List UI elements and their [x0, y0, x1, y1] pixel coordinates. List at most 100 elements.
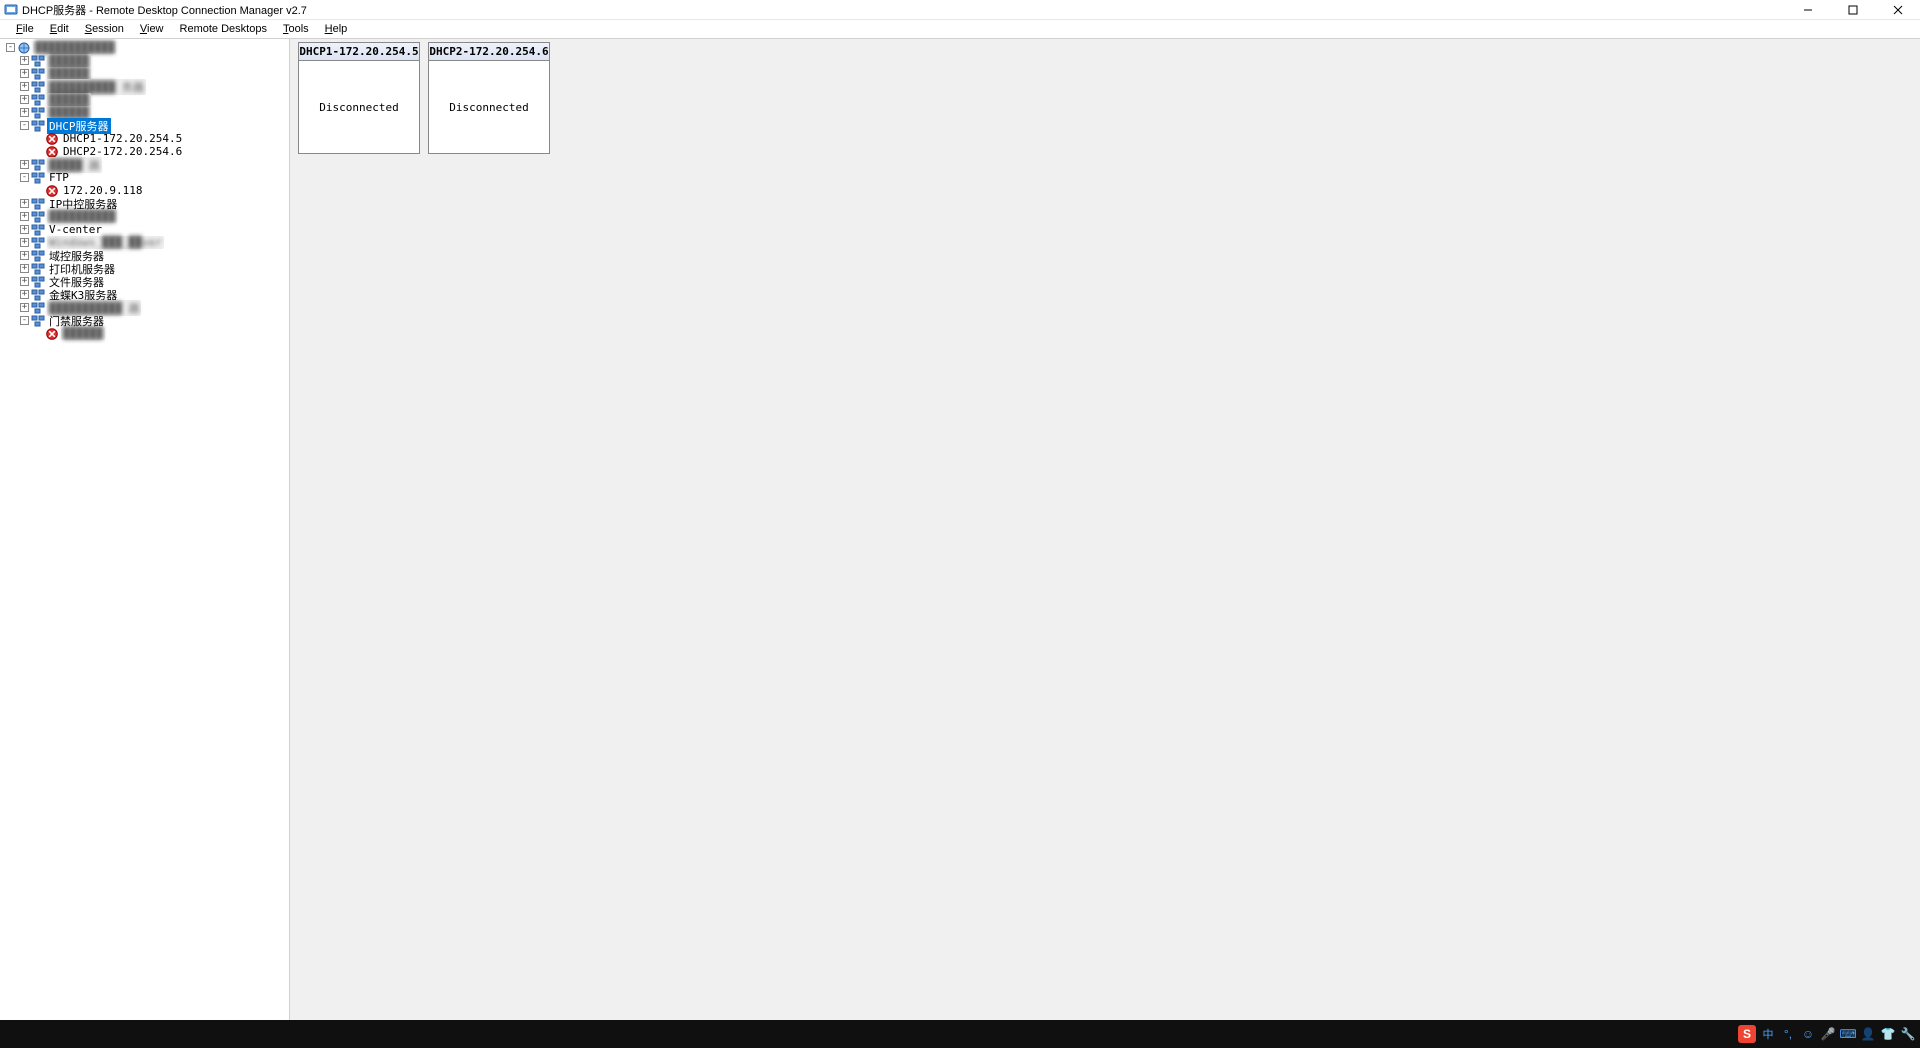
tree-item[interactable]: +文件服务器 [0, 275, 289, 288]
tree-item[interactable]: +█████ 器 [0, 158, 289, 171]
tree-item[interactable]: - FTP [0, 171, 289, 184]
tree-expander[interactable]: + [20, 277, 29, 286]
menu-tools[interactable]: Tools [275, 21, 317, 37]
tree-item[interactable]: -DHCP服务器 [0, 119, 289, 132]
tree-expander[interactable]: + [20, 56, 29, 65]
group-icon [31, 68, 45, 80]
tree-item[interactable]: +V-center [0, 223, 289, 236]
tree-expander [34, 186, 43, 195]
tree-item[interactable]: DHCP1-172.20.254.5 [0, 132, 289, 145]
group-icon [31, 198, 45, 210]
menu-file[interactable]: File [8, 21, 42, 37]
group-icon [31, 107, 45, 119]
tree-item-label: ██████████ [47, 210, 117, 223]
menu-remote-desktops[interactable]: Remote Desktops [172, 21, 275, 37]
tree-item[interactable]: +██████ [0, 106, 289, 119]
menu-help[interactable]: Help [317, 21, 356, 37]
window-title: DHCP服务器 - Remote Desktop Connection Mana… [22, 2, 307, 18]
group-icon [31, 172, 45, 184]
ime-lang-icon[interactable]: 中 [1760, 1026, 1776, 1042]
ime-tool-icon[interactable]: 🔧 [1900, 1026, 1916, 1042]
tree-item[interactable]: +打印机服务器 [0, 262, 289, 275]
titlebar: DHCP服务器 - Remote Desktop Connection Mana… [0, 0, 1920, 20]
ime-mic-icon[interactable]: 🎤 [1820, 1026, 1836, 1042]
tree-expander [34, 147, 43, 156]
ime-skin-icon[interactable]: 👕 [1880, 1026, 1896, 1042]
globe-icon [17, 42, 31, 54]
tree-expander[interactable]: + [20, 238, 29, 247]
group-icon [31, 302, 45, 314]
group-icon [31, 94, 45, 106]
group-icon [31, 211, 45, 223]
tree-item[interactable]: +金蝶K3服务器 [0, 288, 289, 301]
group-icon [31, 159, 45, 171]
group-icon [31, 250, 45, 262]
tree-item-label: FTP [47, 171, 71, 184]
tree-item[interactable]: 172.20.9.118 [0, 184, 289, 197]
tree-expander[interactable]: + [20, 264, 29, 273]
tree-panel[interactable]: -████████████+██████+██████+██████████ 务… [0, 39, 290, 1020]
menu-edit[interactable]: Edit [42, 21, 77, 37]
disconnected-icon [45, 133, 59, 145]
tree-item[interactable]: + ██████ [0, 93, 289, 106]
maximize-button[interactable] [1830, 0, 1875, 20]
tree-expander[interactable]: - [20, 173, 29, 182]
tree-item[interactable]: +IP中控服务器 [0, 197, 289, 210]
tree-expander[interactable]: + [20, 69, 29, 78]
tree-expander[interactable]: + [20, 212, 29, 221]
tree-expander[interactable]: + [20, 199, 29, 208]
tree-item-label: ██████ [47, 54, 91, 67]
tree-expander[interactable]: - [6, 43, 15, 52]
tree-item-label: DHCP1-172.20.254.5 [61, 132, 184, 145]
menu-session[interactable]: Session [77, 21, 132, 37]
menu-view[interactable]: View [132, 21, 172, 37]
group-icon [31, 55, 45, 67]
tree-expander[interactable]: - [20, 316, 29, 325]
main-area: -████████████+██████+██████+██████████ 务… [0, 39, 1920, 1020]
server-tree: -████████████+██████+██████+██████████ 务… [0, 41, 289, 340]
content-panel: DHCP1-172.20.254.5DisconnectedDHCP2-172.… [290, 39, 1920, 1020]
tree-item[interactable]: ██████ [0, 327, 289, 340]
tree-item[interactable]: +██████ [0, 67, 289, 80]
tree-item[interactable]: + ██████ [0, 54, 289, 67]
tree-item[interactable]: -门禁服务器 [0, 314, 289, 327]
tree-item[interactable]: - ████████████ [0, 41, 289, 54]
tree-item[interactable]: +域控服务器 [0, 249, 289, 262]
connection-thumbnail[interactable]: DHCP2-172.20.254.6Disconnected [428, 42, 550, 154]
tree-item-label: ██████ [47, 93, 91, 106]
tree-expander[interactable]: + [20, 108, 29, 117]
connection-thumbnail[interactable]: DHCP1-172.20.254.5Disconnected [298, 42, 420, 154]
tree-expander[interactable]: + [20, 303, 29, 312]
minimize-button[interactable] [1785, 0, 1830, 20]
thumbnail-title: DHCP2-172.20.254.6 [429, 43, 549, 61]
tree-item-label: ████████████ [33, 41, 116, 54]
tree-item[interactable]: DHCP2-172.20.254.6 [0, 145, 289, 158]
taskbar[interactable]: S 中 °, ☺ 🎤 ⌨ 👤 👕 🔧 [0, 1020, 1920, 1048]
tree-item[interactable]: +███████████ 器 [0, 301, 289, 314]
tree-expander[interactable]: + [20, 95, 29, 104]
ime-punct-icon[interactable]: °, [1780, 1026, 1796, 1042]
group-icon [31, 263, 45, 275]
tree-expander[interactable]: + [20, 251, 29, 260]
system-tray: S 中 °, ☺ 🎤 ⌨ 👤 👕 🔧 [1738, 1020, 1916, 1048]
tree-item[interactable]: + ██████████ [0, 210, 289, 223]
ime-keyboard-icon[interactable]: ⌨ [1840, 1026, 1856, 1042]
group-icon [31, 81, 45, 93]
tree-expander [34, 329, 43, 338]
tree-expander[interactable]: + [20, 225, 29, 234]
tree-item[interactable]: +██████████ 务器 [0, 80, 289, 93]
group-icon [31, 224, 45, 236]
tree-expander[interactable]: + [20, 290, 29, 299]
close-button[interactable] [1875, 0, 1920, 20]
tree-item[interactable]: +Windows_███_██ver [0, 236, 289, 249]
tree-expander[interactable]: + [20, 82, 29, 91]
ime-emoji-icon[interactable]: ☺ [1800, 1026, 1816, 1042]
thumbnail-status: Disconnected [429, 61, 549, 153]
tree-expander[interactable]: - [20, 121, 29, 130]
tree-expander [34, 134, 43, 143]
sogou-ime-icon[interactable]: S [1738, 1025, 1756, 1043]
ime-user-icon[interactable]: 👤 [1860, 1026, 1876, 1042]
thumbnail-status: Disconnected [299, 61, 419, 153]
window-controls [1785, 0, 1920, 20]
tree-expander[interactable]: + [20, 160, 29, 169]
